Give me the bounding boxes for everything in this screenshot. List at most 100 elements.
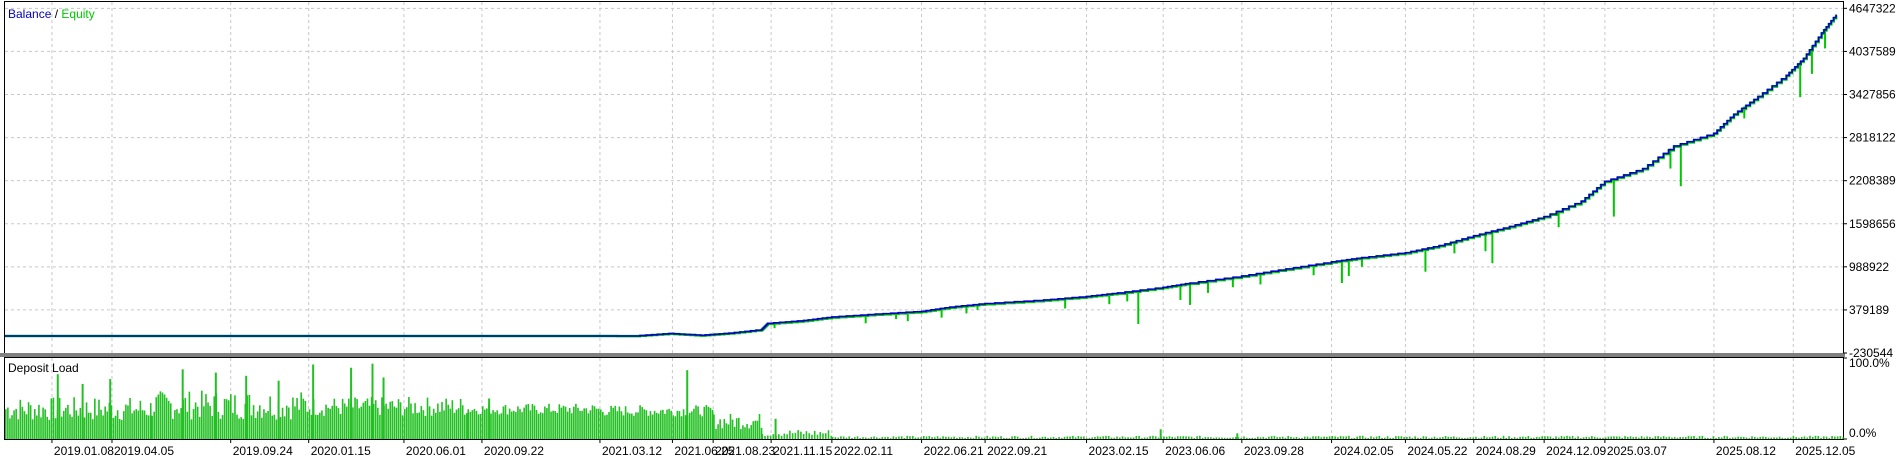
load-bar <box>1718 437 1720 439</box>
load-bar <box>267 410 269 439</box>
y-tick-label: 100.0% <box>1849 356 1890 370</box>
load-bar <box>1709 438 1712 439</box>
load-bar <box>223 398 226 439</box>
load-bar <box>1767 437 1770 439</box>
load-bar <box>377 407 379 439</box>
load-bar <box>356 399 358 439</box>
load-bar <box>989 437 991 439</box>
load-bar <box>1450 436 1452 439</box>
load-bar <box>1488 437 1491 439</box>
load-bar <box>1419 437 1422 439</box>
load-bar <box>230 394 232 439</box>
load-bar <box>492 410 494 439</box>
load-bar <box>263 409 265 439</box>
load-bar <box>1720 437 1723 439</box>
load-bar <box>1809 435 1811 439</box>
load-bar <box>67 404 69 439</box>
load-bar <box>69 414 71 439</box>
load-bar <box>508 408 511 439</box>
load-bar <box>1088 437 1091 439</box>
load-bar <box>684 415 687 439</box>
load-bar <box>1544 436 1546 439</box>
load-bar <box>725 423 728 439</box>
load-bar <box>1323 436 1325 439</box>
load-bar <box>822 433 824 439</box>
load-bar <box>227 400 230 439</box>
load-bar <box>1328 436 1331 439</box>
load-bar <box>48 419 51 439</box>
load-bar <box>194 402 197 439</box>
load-bar <box>622 415 625 439</box>
load-bar <box>1218 437 1220 439</box>
x-tick-label: 2022.06.21 <box>924 444 984 458</box>
load-bar <box>552 410 554 439</box>
load-bar <box>599 409 602 439</box>
load-bar <box>381 397 383 439</box>
load-bar <box>1673 437 1676 439</box>
panel-separator[interactable] <box>0 353 1845 357</box>
load-bar <box>401 415 404 439</box>
load-bar <box>587 413 590 439</box>
chart-background <box>0 0 1902 461</box>
load-bar <box>1566 435 1568 439</box>
load-bar <box>659 410 662 439</box>
load-bar <box>911 435 914 439</box>
load-bar <box>1822 436 1825 439</box>
load-bar <box>769 435 772 439</box>
load-bar <box>1138 435 1140 439</box>
load-bar <box>1342 436 1345 439</box>
load-bar <box>1085 438 1088 439</box>
x-tick-label: 2019.09.24 <box>233 444 293 458</box>
load-bar <box>1290 436 1292 439</box>
load-bar <box>112 417 115 439</box>
x-tick-label: 2019.04.05 <box>114 444 174 458</box>
load-bar <box>612 407 614 439</box>
load-bar <box>808 433 810 439</box>
load-bar <box>207 402 209 439</box>
load-bar <box>523 407 525 439</box>
load-bar <box>496 410 499 439</box>
load-bar <box>1610 436 1613 439</box>
load-bar <box>914 437 917 439</box>
load-bar <box>1729 437 1731 439</box>
load-bar <box>490 413 492 439</box>
load-bar <box>387 408 389 439</box>
load-bar <box>1157 437 1160 439</box>
load-bar <box>1781 437 1784 439</box>
load-bar <box>870 437 873 439</box>
load-bar <box>608 412 610 439</box>
load-bar <box>1240 437 1243 439</box>
load-bar <box>443 410 445 439</box>
load-bar <box>591 405 594 439</box>
load-bar <box>214 372 217 439</box>
load-bar <box>178 413 180 439</box>
x-tick-label: 2024.12.09 <box>1546 444 1606 458</box>
load-bar <box>339 413 342 439</box>
load-bar <box>1737 436 1739 439</box>
load-bar <box>1607 436 1610 439</box>
equity-y-axis: 4647322 4037589 3427856 2818122 2208389 15986… <box>1843 1 1896 360</box>
load-bar <box>1535 436 1538 439</box>
load-bar <box>87 412 90 439</box>
load-bar <box>1019 438 1022 439</box>
load-bar <box>645 410 648 439</box>
load-bar <box>884 437 886 439</box>
load-bar <box>628 413 631 439</box>
load-bar <box>1444 436 1447 439</box>
load-bar <box>205 394 207 439</box>
load-bar <box>382 377 385 439</box>
load-bar <box>1527 435 1530 439</box>
load-bar <box>437 403 439 439</box>
load-bar <box>633 415 635 439</box>
load-bar <box>889 438 892 439</box>
load-bar <box>562 405 565 439</box>
load-bar <box>709 407 712 439</box>
load-bar <box>672 415 675 439</box>
load-bar <box>1185 436 1187 439</box>
load-bar <box>1014 436 1016 439</box>
load-bar <box>395 407 398 439</box>
load-bar <box>740 429 742 439</box>
legend-slash: / <box>55 7 59 21</box>
load-bar <box>1061 438 1063 439</box>
load-bar <box>60 416 63 439</box>
